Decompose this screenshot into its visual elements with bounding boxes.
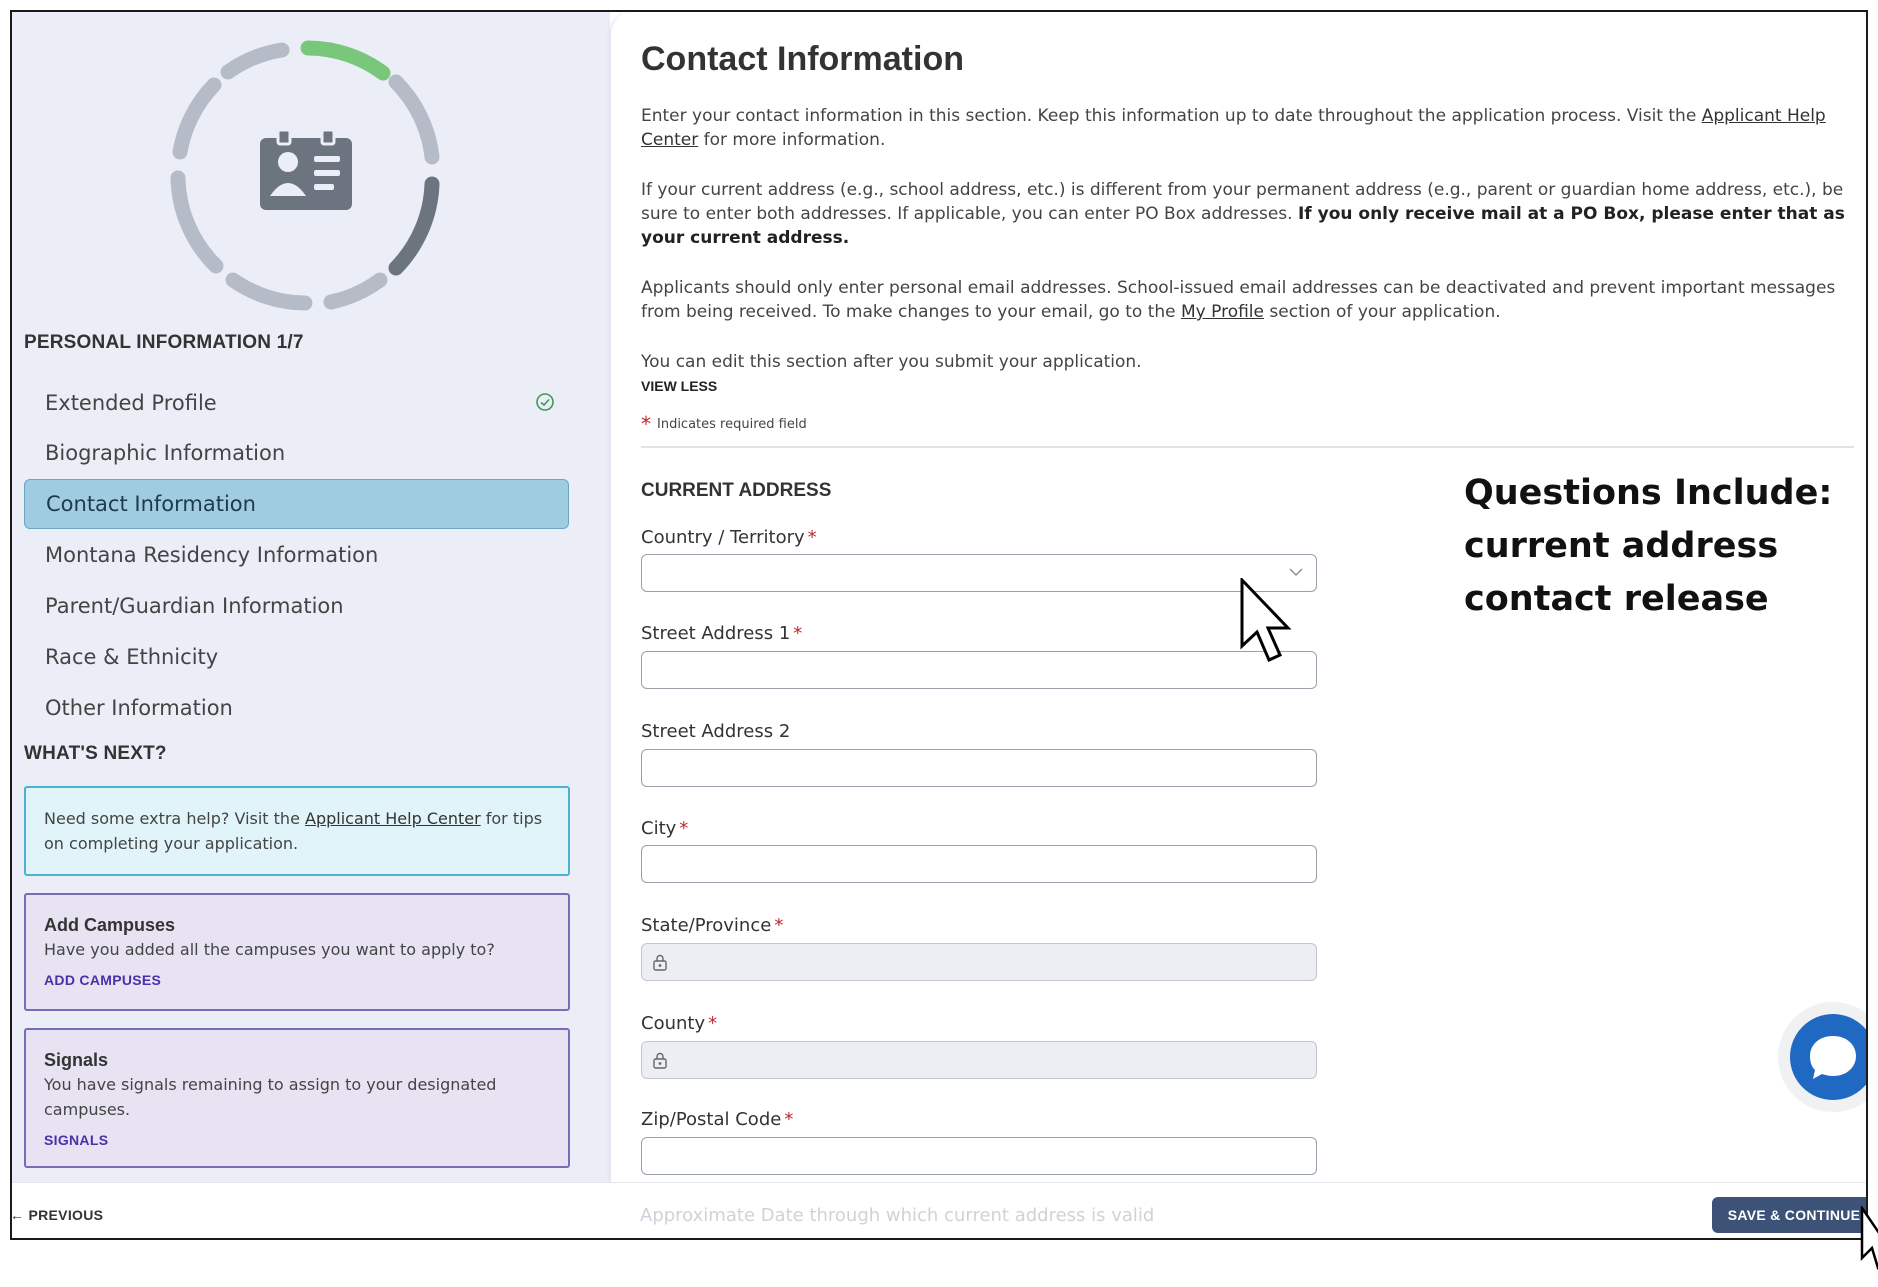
county-label-text: County: [641, 1013, 706, 1034]
add-campuses-card: Add Campuses Have you added all the camp…: [24, 893, 570, 1011]
street-address-1-label-text: Street Address 1: [641, 623, 791, 644]
required-field-text: Indicates required field: [657, 417, 807, 432]
section-title-whats-next: WHAT'S NEXT?: [24, 743, 167, 764]
save-continue-button[interactable]: SAVE & CONTINUE: [1712, 1197, 1866, 1233]
sidebar-item-parent-guardian-information[interactable]: Parent/Guardian Information: [24, 581, 569, 631]
city-label: City *: [641, 818, 688, 839]
county-label: County *: [641, 1013, 717, 1034]
required-asterisk: *: [793, 623, 803, 644]
signals-card: Signals You have signals remaining to as…: [24, 1028, 570, 1168]
chat-button[interactable]: [1790, 1014, 1866, 1100]
required-field-note: * Indicates required field: [641, 412, 807, 436]
page-title: Contact Information: [641, 40, 964, 78]
intro-text: Enter your contact information in this s…: [641, 106, 1702, 126]
annotation-line: Questions Include:: [1464, 473, 1833, 513]
state-province-label: State/Province *: [641, 915, 783, 936]
zip-postal-code-input[interactable]: [641, 1137, 1317, 1175]
state-province-input[interactable]: [641, 943, 1317, 981]
required-asterisk: *: [774, 915, 784, 936]
address-valid-date-label: Approximate Date through which current a…: [640, 1205, 1155, 1226]
add-campuses-text: Have you added all the campuses you want…: [44, 940, 495, 959]
zip-postal-code-label-text: Zip/Postal Code: [641, 1109, 782, 1130]
sidebar-item-race-ethnicity[interactable]: Race & Ethnicity: [24, 632, 569, 682]
required-asterisk: *: [784, 1109, 794, 1130]
check-circle-icon: [536, 393, 554, 411]
section-title-personal-information: PERSONAL INFORMATION 1/7: [24, 332, 304, 353]
sidebar-item-label: Extended Profile: [45, 391, 217, 415]
street-address-1-label: Street Address 1 *: [641, 623, 802, 644]
signals-text: You have signals remaining to assign to …: [44, 1075, 497, 1119]
street-address-1-input[interactable]: [641, 651, 1317, 689]
sidebar-item-label: Biographic Information: [45, 441, 286, 465]
sidebar-item-label: Montana Residency Information: [45, 543, 379, 567]
questions-annotation: Questions Include: current address conta…: [1464, 467, 1832, 626]
application-window: PERSONAL INFORMATION 1/7 Extended Profil…: [10, 10, 1868, 1240]
mouse-pointer-icon: [1240, 578, 1292, 662]
sidebar-item-label: Parent/Guardian Information: [45, 594, 344, 618]
my-profile-link[interactable]: My Profile: [1181, 302, 1264, 322]
county-input[interactable]: [641, 1041, 1317, 1079]
id-card-icon: [260, 128, 352, 210]
state-province-label-text: State/Province: [641, 915, 772, 936]
city-input[interactable]: [641, 845, 1317, 883]
street-address-2-label: Street Address 2: [641, 721, 791, 742]
view-less-link[interactable]: VIEW LESS: [641, 378, 717, 394]
arrow-left-icon: ←: [10, 1207, 29, 1223]
chat-bubble-icon: [1810, 1036, 1856, 1079]
previous-label: PREVIOUS: [28, 1207, 104, 1223]
help-card-text: Need some extra help? Visit the: [44, 809, 305, 828]
add-campuses-title: Add Campuses: [44, 915, 176, 935]
add-campuses-link[interactable]: ADD CAMPUSES: [44, 968, 550, 993]
email-text-end: section of your application.: [1264, 302, 1501, 322]
street-address-2-input[interactable]: [641, 749, 1317, 787]
sidebar-item-other-information[interactable]: Other Information: [24, 683, 569, 733]
sidebar-item-label: Other Information: [45, 696, 233, 720]
sidebar: PERSONAL INFORMATION 1/7 Extended Profil…: [12, 12, 610, 1182]
footer-bar: ← PREVIOUS Approximate Date through whic…: [12, 1182, 1866, 1238]
country-select[interactable]: [641, 554, 1317, 592]
sidebar-item-contact-information[interactable]: Contact Information: [24, 479, 569, 529]
country-label: Country / Territory *: [641, 527, 817, 548]
intro-text-end: for more information.: [698, 130, 886, 150]
email-paragraph: Applicants should only enter personal em…: [641, 276, 1866, 324]
city-label-text: City: [641, 818, 677, 839]
signals-link[interactable]: SIGNALS: [44, 1128, 550, 1153]
sidebar-item-biographic-information[interactable]: Biographic Information: [24, 428, 569, 478]
lock-icon: [653, 1052, 667, 1069]
applicant-help-center-link[interactable]: Applicant Help Center: [305, 809, 481, 828]
previous-button[interactable]: ← PREVIOUS: [10, 1207, 104, 1223]
current-address-title: CURRENT ADDRESS: [641, 480, 832, 501]
required-asterisk: *: [679, 818, 689, 839]
country-label-text: Country / Territory: [641, 527, 805, 548]
annotation-line: contact release: [1464, 579, 1769, 619]
address-paragraph: If your current address (e.g., school ad…: [641, 178, 1866, 250]
signals-title: Signals: [44, 1050, 109, 1070]
progress-ring: [170, 40, 440, 311]
sidebar-item-label: Contact Information: [46, 492, 256, 516]
lock-icon: [653, 954, 667, 971]
chevron-down-icon: [1289, 568, 1303, 577]
mouse-pointer-icon: [1860, 1206, 1878, 1270]
sidebar-item-extended-profile[interactable]: Extended Profile: [24, 378, 569, 428]
sidebar-item-montana-residency-information[interactable]: Montana Residency Information: [24, 530, 569, 580]
required-asterisk: *: [807, 527, 817, 548]
annotation-line: current address: [1464, 526, 1779, 566]
intro-paragraph: Enter your contact information in this s…: [641, 104, 1866, 152]
required-asterisk: *: [641, 412, 651, 436]
sidebar-item-label: Race & Ethnicity: [45, 645, 219, 669]
required-asterisk: *: [708, 1013, 718, 1034]
edit-note: You can edit this section after you subm…: [641, 352, 1142, 372]
help-card: Need some extra help? Visit the Applican…: [24, 786, 570, 876]
zip-postal-code-label: Zip/Postal Code *: [641, 1109, 793, 1130]
divider: [641, 446, 1854, 448]
